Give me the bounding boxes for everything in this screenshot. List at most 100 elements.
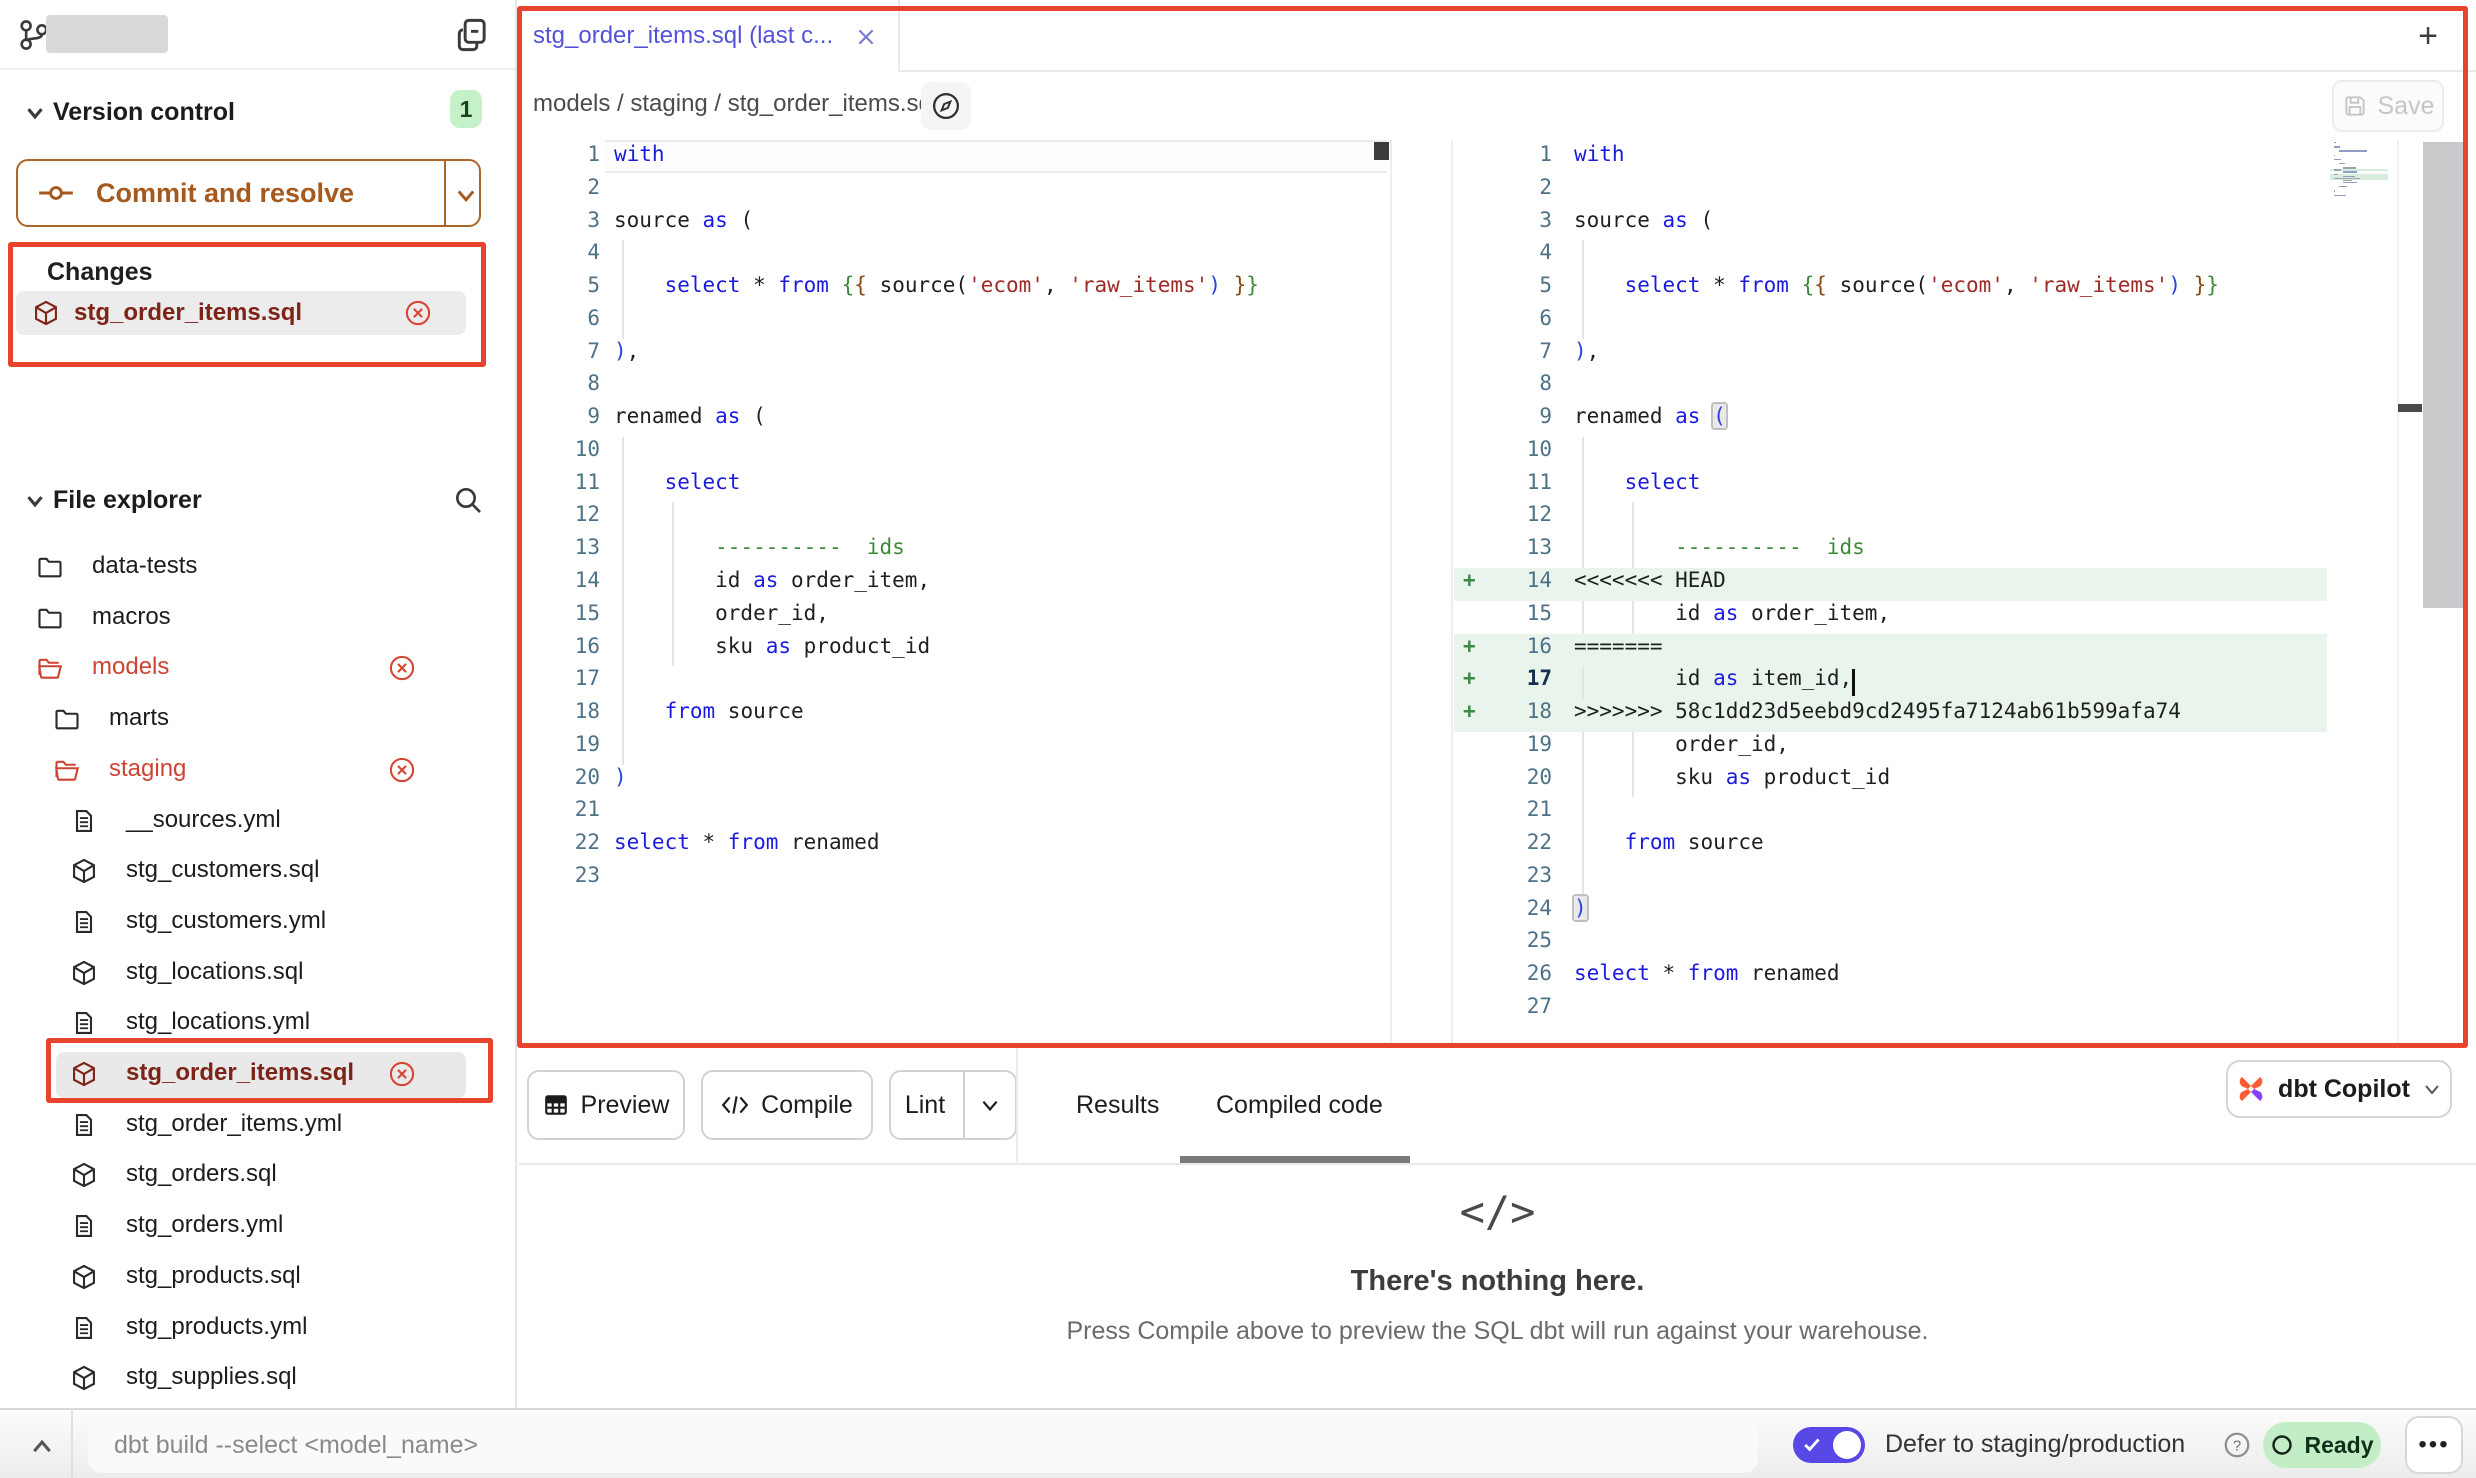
editor-tab[interactable]: stg_order_items.sql (last c... xyxy=(519,0,900,72)
code-line-18[interactable]: +18>>>>>>> 58c1dd23d5eebd9cd2495fa7124ab… xyxy=(1453,699,2476,732)
code-line-4[interactable]: 4 xyxy=(1453,240,2476,273)
version-control-chevron-icon[interactable] xyxy=(22,100,48,126)
more-options-button[interactable]: ••• xyxy=(2405,1416,2463,1474)
code-line-3[interactable]: 3source as ( xyxy=(1453,208,2476,241)
code-line-13[interactable]: 13 ---------- ids xyxy=(519,535,1390,568)
left-pane-scrollbar-thumb[interactable] xyxy=(1374,142,1389,160)
file-tree-item-stg_products.yml[interactable]: stg_products.yml xyxy=(0,1303,515,1354)
code-line-9[interactable]: 9renamed as ( xyxy=(519,404,1390,437)
compile-button[interactable]: Compile xyxy=(701,1070,873,1140)
copy-docs-icon[interactable] xyxy=(452,16,490,54)
code-line-12[interactable]: 12 xyxy=(1453,502,2476,535)
code-line-8[interactable]: 8 xyxy=(519,371,1390,404)
code-line-14[interactable]: 14 id as order_item, xyxy=(519,568,1390,601)
code-line-15[interactable]: 15 order_id, xyxy=(519,601,1390,634)
code-line-24[interactable]: 24) xyxy=(1453,896,2476,929)
lint-dropdown-chevron-icon[interactable] xyxy=(979,1096,1001,1114)
file-tree-item-stg_customers.yml[interactable]: stg_customers.yml xyxy=(0,897,515,948)
code-line-19[interactable]: 19 xyxy=(519,732,1390,765)
code-line-15[interactable]: 15 id as order_item, xyxy=(1453,601,2476,634)
code-line-17[interactable]: +17 id as item_id, xyxy=(1453,666,2476,699)
discard-change-icon[interactable] xyxy=(388,1060,416,1095)
file-tree-item-models[interactable]: models xyxy=(0,643,515,694)
code-line-19[interactable]: 19 order_id, xyxy=(1453,732,2476,765)
file-explorer-chevron-icon[interactable] xyxy=(22,488,48,514)
code-line-13[interactable]: 13 ---------- ids xyxy=(1453,535,2476,568)
tab-compiled-code[interactable]: Compiled code xyxy=(1216,1048,1383,1163)
code-line-11[interactable]: 11 select xyxy=(519,470,1390,503)
preview-button[interactable]: Preview xyxy=(527,1070,685,1140)
discard-change-icon[interactable] xyxy=(388,654,416,689)
changed-file-row[interactable]: stg_order_items.sql xyxy=(16,291,466,335)
code-line-5[interactable]: 5 select * from {{ source('ecom', 'raw_i… xyxy=(1453,273,2476,306)
code-line-18[interactable]: 18 from source xyxy=(519,699,1390,732)
file-tree-item-stg_orders.yml[interactable]: stg_orders.yml xyxy=(0,1201,515,1252)
code-line-23[interactable]: 23 xyxy=(1453,863,2476,896)
code-line-17[interactable]: 17 xyxy=(519,666,1390,699)
code-line-27[interactable]: 27 xyxy=(1453,994,2476,1027)
commit-and-resolve-button[interactable]: Commit and resolve xyxy=(16,159,481,227)
code-line-14[interactable]: +14<<<<<<< HEAD xyxy=(1453,568,2476,601)
code-line-8[interactable]: 8 xyxy=(1453,371,2476,404)
file-tree-item-stg_products.sql[interactable]: stg_products.sql xyxy=(0,1252,515,1303)
status-badge[interactable]: Ready xyxy=(2263,1422,2381,1468)
diff-editor[interactable]: 1with23source as (45 select * from {{ so… xyxy=(519,140,2476,1048)
collapse-command-bar-button[interactable] xyxy=(22,1426,62,1466)
code-line-4[interactable]: 4 xyxy=(519,240,1390,273)
dbt-copilot-button[interactable]: dbt Copilot xyxy=(2226,1060,2452,1118)
code-line-11[interactable]: 11 select xyxy=(1453,470,2476,503)
file-tree-item-stg_order_items.yml[interactable]: stg_order_items.yml xyxy=(0,1100,515,1151)
new-tab-button[interactable]: + xyxy=(2410,18,2446,54)
file-tree-item-stg_locations.yml[interactable]: stg_locations.yml xyxy=(0,998,515,1049)
right-pane-scrollbar-thumb[interactable] xyxy=(2423,142,2467,608)
code-line-26[interactable]: 26select * from renamed xyxy=(1453,961,2476,994)
code-line-16[interactable]: 16 sku as product_id xyxy=(519,634,1390,667)
code-line-2[interactable]: 2 xyxy=(519,175,1390,208)
file-tree-item-data-tests[interactable]: data-tests xyxy=(0,542,515,593)
code-line-20[interactable]: 20 sku as product_id xyxy=(1453,765,2476,798)
branch-name-placeholder[interactable] xyxy=(46,15,168,53)
code-line-23[interactable]: 23 xyxy=(519,863,1390,896)
discard-change-icon[interactable] xyxy=(404,299,432,327)
file-tree-item-stg_orders.sql[interactable]: stg_orders.sql xyxy=(0,1150,515,1201)
lint-button[interactable]: Lint xyxy=(889,1070,1017,1140)
code-line-12[interactable]: 12 xyxy=(519,502,1390,535)
code-line-5[interactable]: 5 select * from {{ source('ecom', 'raw_i… xyxy=(519,273,1390,306)
search-icon[interactable] xyxy=(452,484,484,516)
code-line-21[interactable]: 21 xyxy=(1453,797,2476,830)
code-line-2[interactable]: 2 xyxy=(1453,175,2476,208)
code-line-7[interactable]: 7), xyxy=(1453,339,2476,372)
explore-lineage-button[interactable] xyxy=(921,82,971,130)
file-tree-item-stg_locations.sql[interactable]: stg_locations.sql xyxy=(0,948,515,999)
commit-dropdown-chevron-icon[interactable] xyxy=(454,185,478,205)
code-line-10[interactable]: 10 xyxy=(519,437,1390,470)
help-icon[interactable]: ? xyxy=(2222,1430,2252,1460)
code-line-21[interactable]: 21 xyxy=(519,797,1390,830)
code-line-1[interactable]: 1with xyxy=(519,142,1390,175)
code-pane[interactable]: 1with23source as (45 select * from {{ so… xyxy=(519,140,1390,1048)
file-tree-item-staging[interactable]: staging xyxy=(0,745,515,796)
minimap[interactable] xyxy=(2332,142,2394,202)
code-line-22[interactable]: 22 from source xyxy=(1453,830,2476,863)
version-control-header[interactable]: Version control xyxy=(53,98,235,127)
save-button[interactable]: Save xyxy=(2332,80,2444,132)
file-tree-item-stg_customers.sql[interactable]: stg_customers.sql xyxy=(0,846,515,897)
code-line-22[interactable]: 22select * from renamed xyxy=(519,830,1390,863)
file-tree-item-__sources.yml[interactable]: __sources.yml xyxy=(0,796,515,847)
code-pane[interactable]: 1with23source as (45 select * from {{ so… xyxy=(1453,140,2476,1048)
file-tree-item-marts[interactable]: marts xyxy=(0,694,515,745)
discard-change-icon[interactable] xyxy=(388,756,416,791)
code-line-16[interactable]: +16======= xyxy=(1453,634,2476,667)
defer-toggle[interactable] xyxy=(1793,1427,1865,1463)
code-line-7[interactable]: 7), xyxy=(519,339,1390,372)
file-explorer-header[interactable]: File explorer xyxy=(0,480,515,524)
file-tree-item-stg_supplies.sql[interactable]: stg_supplies.sql xyxy=(0,1353,515,1404)
code-line-3[interactable]: 3source as ( xyxy=(519,208,1390,241)
tab-results[interactable]: Results xyxy=(1076,1048,1159,1163)
file-tree-item-stg_order_items.sql[interactable]: stg_order_items.sql xyxy=(0,1049,515,1100)
command-input[interactable]: dbt build --select <model_name> xyxy=(88,1417,1758,1473)
minimap-slider-handle[interactable] xyxy=(2398,404,2422,412)
file-tree-item-macros[interactable]: macros xyxy=(0,593,515,644)
code-line-1[interactable]: 1with xyxy=(1453,142,2476,175)
code-line-9[interactable]: 9renamed as ( xyxy=(1453,404,2476,437)
